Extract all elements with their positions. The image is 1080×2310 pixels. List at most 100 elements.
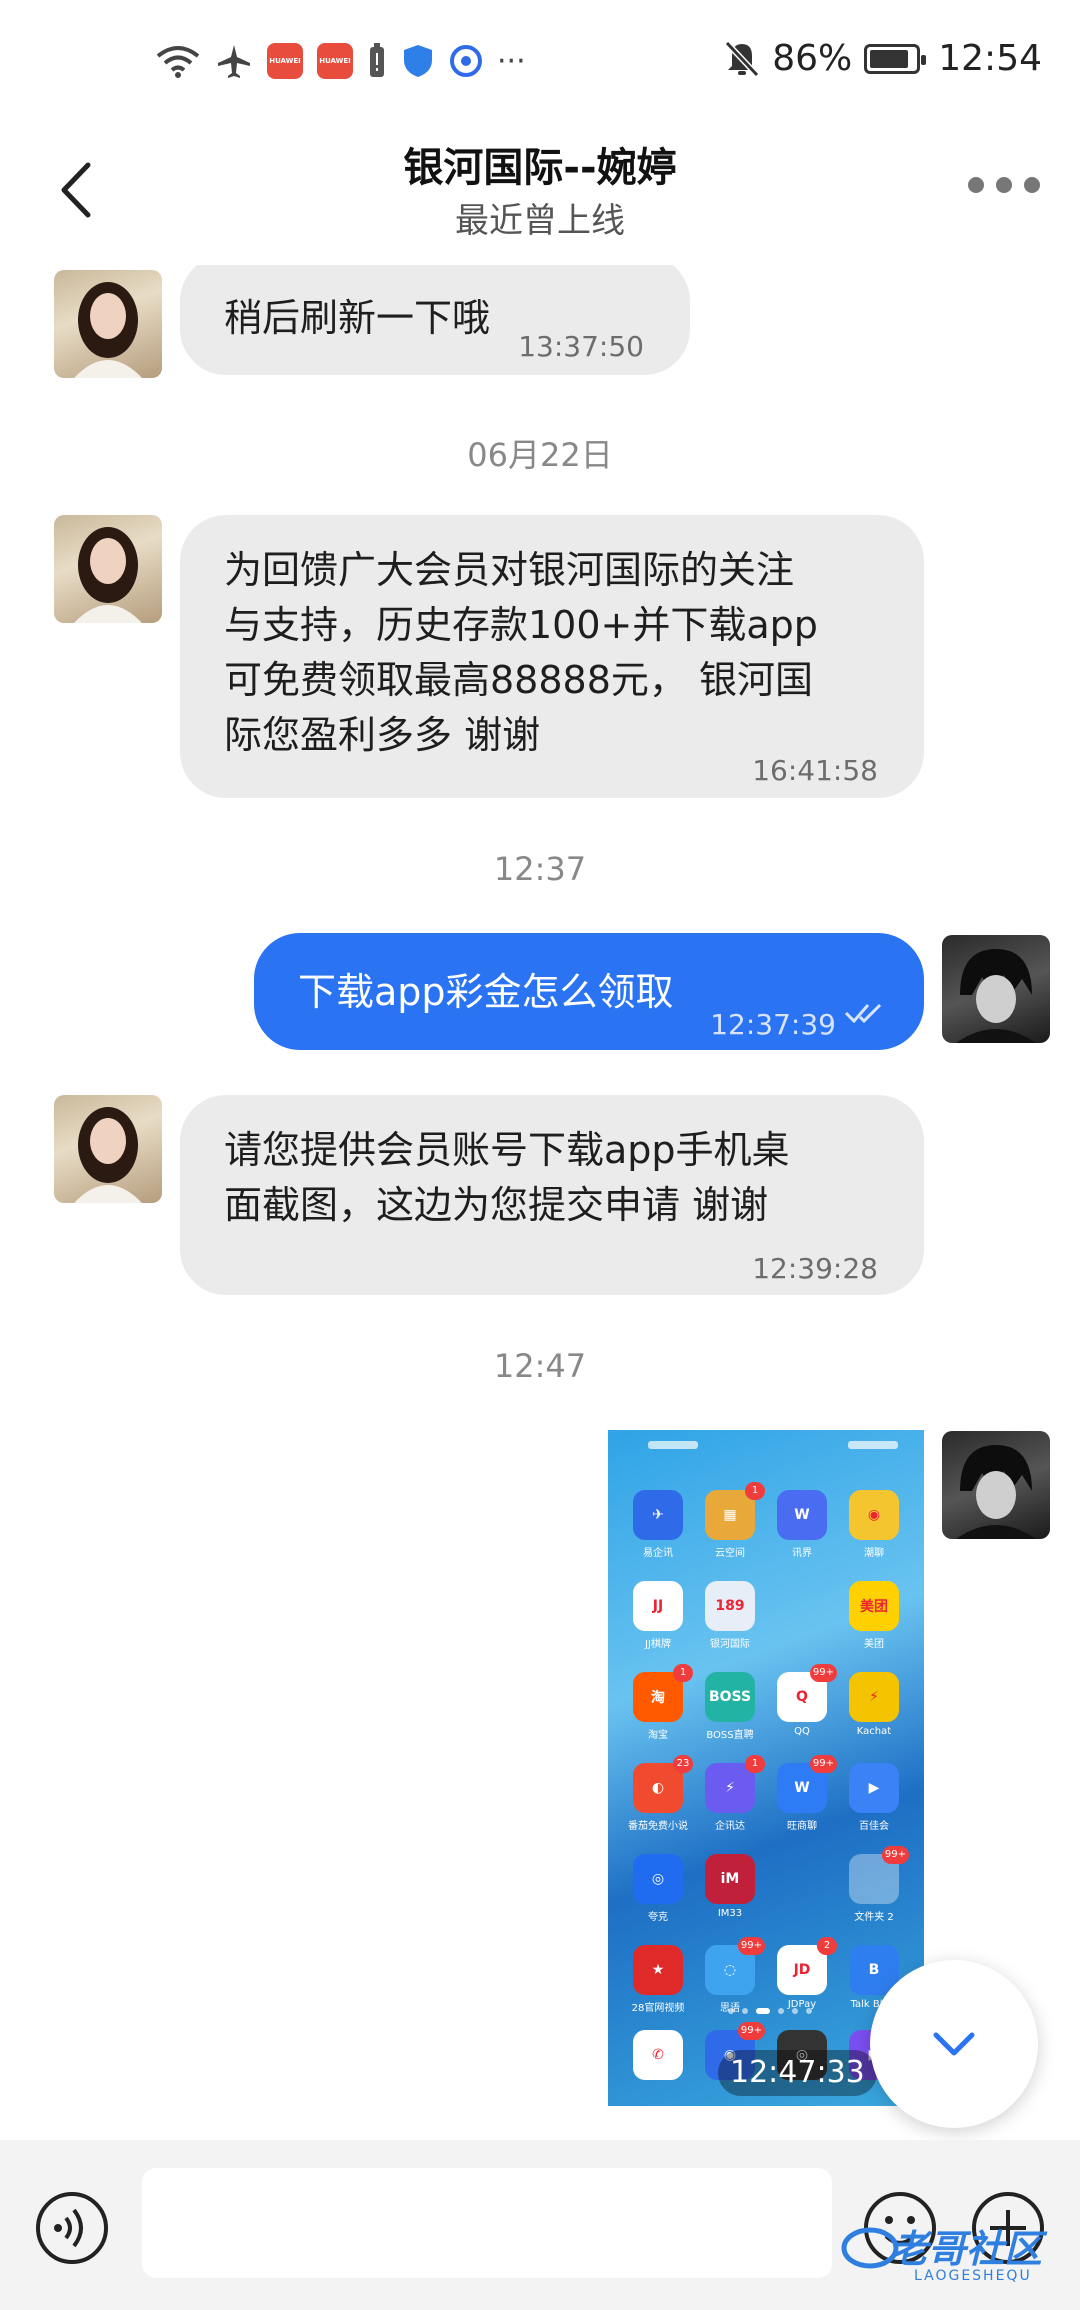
screenshot-app: BOSS BOSS直聘 <box>694 1672 766 1741</box>
contact-avatar[interactable] <box>54 1095 162 1203</box>
watermark-text: 老哥社区 <box>890 2227 1043 2271</box>
app-icon: 99+ <box>849 1846 909 1904</box>
notification-badge: 99+ <box>737 1937 765 1955</box>
app-icon: ⚡ <box>849 1672 899 1722</box>
screenshot-app: ◌99+思语 <box>694 1937 766 2014</box>
app-label: QQ <box>794 1726 810 1737</box>
message-text: 稍后刷新一下哦 <box>224 296 491 340</box>
screenshot-image-message[interactable]: ✈ 易企讯 ▦ 1 云空间 W 讯界 ◉ 潮聊 JJ JJ棋牌 189 银河国际 美团 美团淘 1 淘宝 BOSS… <box>608 1430 924 2106</box>
notification-badge: 1 <box>745 1755 765 1773</box>
screenshot-app: 美团 美团 <box>838 1581 910 1650</box>
app-glyph: JD <box>793 1962 811 1978</box>
screenshot-app: W 讯界 <box>766 1490 838 1559</box>
notification-badge: 99+ <box>809 1755 837 1773</box>
outgoing-message[interactable]: 下载app彩金怎么领取 12:37:39 <box>254 933 924 1050</box>
app-glyph: ★ <box>651 1962 665 1978</box>
screenshot-app: ⚡ 1 企讯达 <box>694 1755 766 1832</box>
date-separator: 06月22日 <box>467 436 613 474</box>
app-glyph: Q <box>796 1689 808 1705</box>
app-glyph: ▶ <box>868 1780 880 1796</box>
dot-icon <box>968 177 984 193</box>
message-text-line: 为回馈广大会员对银河国际的关注 <box>224 548 795 592</box>
message-time: 12:37:39 <box>710 1008 836 1041</box>
screenshot-app: iM IM33 <box>694 1854 766 1923</box>
dot-icon <box>996 177 1012 193</box>
read-check-icon <box>844 1003 882 1024</box>
app-icon: JD 2 <box>777 1937 837 1995</box>
app-label: 淘宝 <box>648 1730 668 1741</box>
clock: 12:54 <box>938 38 1042 79</box>
message-list[interactable]: 稍后刷新一下哦 13:37:50 06月22日 为回馈广大会员对银河国际的关注 … <box>0 265 1080 2140</box>
app-label: 易企讯 <box>643 1548 673 1559</box>
status-icons-right: 86% 12:54 <box>724 38 1042 79</box>
battery-icon <box>864 43 927 74</box>
incoming-message[interactable]: 为回馈广大会员对银河国际的关注 与支持，历史存款100+并下载app 可免费领取… <box>180 515 924 798</box>
message-text-line: 请您提供会员账号下载app手机桌 <box>224 1128 790 1172</box>
notification-badge: 1 <box>673 1664 693 1682</box>
app-label: 百佳会 <box>859 1821 889 1832</box>
app-glyph: JJ <box>652 1598 664 1614</box>
app-icon: W 99+ <box>777 1755 837 1813</box>
app-icon: BOSS <box>705 1672 755 1722</box>
app-glyph: ▦ <box>723 1507 737 1523</box>
app-label: 文件夹 2 <box>854 1912 894 1923</box>
message-time: 16:41:58 <box>752 754 878 787</box>
app-icon: Q 99+ <box>777 1664 837 1722</box>
incoming-message[interactable]: 稍后刷新一下哦 13:37:50 <box>180 265 690 375</box>
battery-percent: 86% <box>772 38 853 79</box>
app-icon: ★ <box>633 1945 683 1995</box>
app-icon: ◌ 99+ <box>705 1937 765 1995</box>
mini-status-bar <box>648 1441 898 1449</box>
notification-badge: 1 <box>745 1482 765 1500</box>
my-avatar[interactable] <box>942 935 1050 1043</box>
message-input[interactable] <box>142 2168 832 2278</box>
app-label: 企讯达 <box>715 1821 745 1832</box>
screenshot-app: ★ 28官网视频 <box>622 1945 694 2014</box>
contact-avatar[interactable] <box>54 270 162 378</box>
app-icon: iM <box>705 1854 755 1904</box>
screenshot-app: ⚡ Kachat <box>838 1672 910 1741</box>
incoming-message[interactable]: 请您提供会员账号下载app手机桌 面截图，这边为您提交申请 谢谢 12:39:2… <box>180 1095 924 1295</box>
app-glyph: ⚡ <box>869 1689 879 1705</box>
my-avatar[interactable] <box>942 1431 1050 1539</box>
mute-bell-icon <box>725 40 760 77</box>
screenshot-app: ◉ 潮聊 <box>838 1490 910 1559</box>
notification-badge: 23 <box>673 1755 693 1773</box>
home-screen-app-grid: ✈ 易企讯 ▦ 1 云空间 W 讯界 ◉ 潮聊 JJ JJ棋牌 189 银河国际 美团 美团淘 1 淘宝 BOSS… <box>622 1482 910 2014</box>
app-icon: ▦ 1 <box>705 1482 765 1540</box>
app-glyph: ◐ <box>651 1780 665 1796</box>
notification-badge: 99+ <box>881 1846 909 1864</box>
app-icon <box>777 1854 827 1904</box>
more-options-button[interactable] <box>968 177 1040 193</box>
screenshot-app: 淘 1 淘宝 <box>622 1664 694 1741</box>
app-glyph: W <box>794 1507 810 1523</box>
app-icon: ◉ <box>849 1490 899 1540</box>
contact-avatar[interactable] <box>54 515 162 623</box>
page-indicator <box>728 2008 812 2014</box>
app-glyph: ✈ <box>652 1507 664 1523</box>
screenshot-app <box>766 1581 838 1650</box>
app-label: 夸克 <box>648 1912 668 1923</box>
notification-badge: 2 <box>817 1937 837 1955</box>
huawei-store-icon: HUAWEI <box>317 43 353 79</box>
app-icon: ◎ <box>633 1854 683 1904</box>
battery-alert-icon <box>370 43 384 77</box>
app-glyph: ◌ <box>723 1962 737 1978</box>
screenshot-app: ✆ <box>622 2030 694 2080</box>
app-icon <box>777 1581 827 1631</box>
notification-badge: 99+ <box>809 1664 837 1682</box>
app-icon: 淘1 <box>633 1664 693 1722</box>
more-notifications-icon: ··· <box>497 43 526 79</box>
chat-header: 银河国际--婉婷 最近曾上线 <box>0 125 1080 265</box>
app-glyph: 189 <box>715 1598 745 1614</box>
voice-input-icon[interactable] <box>34 2190 110 2266</box>
app-label: 番茄免费小说 <box>628 1821 688 1832</box>
screenshot-app: JJ JJ棋牌 <box>622 1581 694 1650</box>
app-label: 银河国际 <box>710 1639 750 1650</box>
app-label: 潮聊 <box>864 1548 884 1559</box>
scroll-to-bottom-button[interactable] <box>870 1960 1038 2128</box>
app-glyph: ⚡ <box>725 1780 735 1796</box>
screenshot-app: W 99+ 旺商聊 <box>766 1755 838 1832</box>
app-label: 美团 <box>864 1639 884 1650</box>
message-text: 下载app彩金怎么领取 <box>298 970 674 1014</box>
